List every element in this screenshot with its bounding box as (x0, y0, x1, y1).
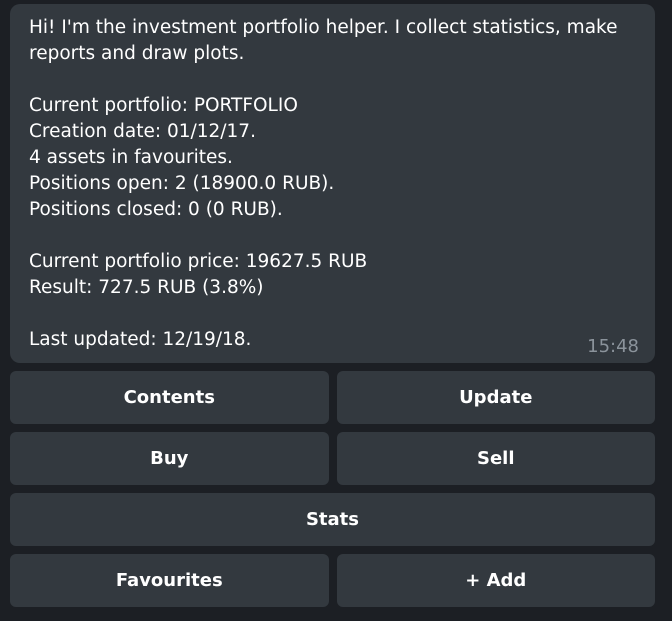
message-timestamp: 15:48 (587, 336, 639, 357)
keyboard-row: Contents Update (10, 371, 655, 424)
favourites-count-line: 4 assets in favourites. (29, 147, 233, 168)
keyboard-row: Favourites + Add (10, 554, 655, 607)
sell-button[interactable]: Sell (336, 432, 655, 485)
creation-date-line: Creation date: 01/12/17. (29, 121, 256, 142)
stats-button[interactable]: Stats (10, 493, 655, 546)
contents-button[interactable]: Contents (10, 371, 329, 424)
keyboard-row: Buy Sell (10, 432, 655, 485)
last-updated-line: Last updated: 12/19/18. (29, 329, 252, 350)
update-button[interactable]: Update (336, 371, 655, 424)
inline-keyboard: Contents Update Buy Sell Stats Favourite… (10, 371, 655, 615)
message-intro-line-1: Hi! I'm the investment portfolio helper.… (29, 17, 618, 38)
bot-message-bubble: Hi! I'm the investment portfolio helper.… (10, 4, 655, 363)
favourites-button[interactable]: Favourites (10, 554, 329, 607)
portfolio-price-line: Current portfolio price: 19627.5 RUB (29, 251, 368, 272)
current-portfolio-line: Current portfolio: PORTFOLIO (29, 95, 298, 116)
positions-closed-line: Positions closed: 0 (0 RUB). (29, 199, 283, 220)
keyboard-row: Stats (10, 493, 655, 546)
positions-open-line: Positions open: 2 (18900.0 RUB). (29, 173, 335, 194)
buy-button[interactable]: Buy (10, 432, 329, 485)
add-button[interactable]: + Add (336, 554, 655, 607)
result-line: Result: 727.5 RUB (3.8%) (29, 277, 264, 298)
message-intro-line-2: reports and draw plots. (29, 43, 245, 64)
